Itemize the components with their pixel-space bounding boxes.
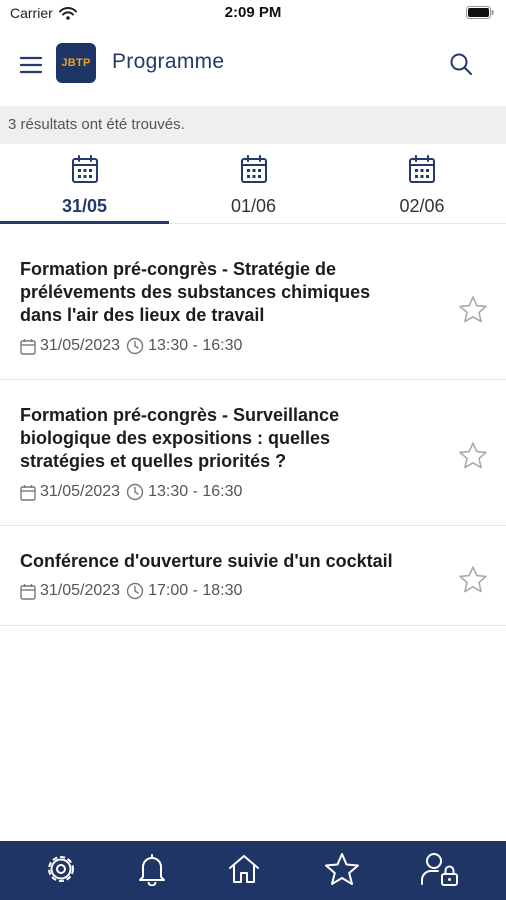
event-title-line: biologique des expositions : quelles: [20, 428, 331, 448]
app-header: JBTP Programme: [0, 40, 506, 90]
results-count: 3 résultats ont été trouvés.: [8, 116, 185, 133]
star-icon: [459, 565, 487, 592]
favorite-button[interactable]: [458, 564, 488, 594]
tab-31-05[interactable]: 31/05: [0, 148, 169, 224]
app-logo: JBTP: [56, 43, 96, 83]
event-title: Formation pré-congrès - Stratégie de pré…: [20, 258, 440, 327]
event-meta: 31/05/2023 13:30 - 16:30: [20, 483, 242, 501]
page-title: Programme: [112, 50, 225, 73]
status-bar: Carrier 2:09 PM: [0, 0, 506, 28]
calendar-small-icon: [20, 484, 36, 501]
hamburger-icon: [19, 56, 43, 74]
logo-text: JBTP: [61, 57, 91, 69]
tab-label: 02/06: [399, 196, 445, 216]
event-title-line: Formation pré-congrès - Surveillance: [20, 405, 340, 425]
event-title: Conférence d'ouverture suivie d'un cockt…: [20, 550, 460, 573]
event-item[interactable]: Conférence d'ouverture suivie d'un cockt…: [0, 526, 506, 626]
status-time: 2:09 PM: [224, 4, 282, 21]
nav-favorites[interactable]: [320, 849, 364, 889]
event-title-line: Formation pré-congrès - Stratégie de: [20, 259, 337, 279]
battery-icon: [466, 6, 494, 24]
clock-icon: [126, 582, 144, 600]
bell-icon: [139, 854, 165, 886]
search-button[interactable]: [446, 49, 476, 79]
gear-icon: [48, 856, 74, 882]
event-item[interactable]: Formation pré-congrès - Stratégie de pré…: [0, 224, 506, 380]
home-icon: [229, 855, 259, 883]
event-time: 13:30 - 16:30: [148, 337, 243, 354]
clock-icon: [126, 483, 144, 501]
event-title-line: stratégies et quelles priorités ?: [20, 451, 287, 471]
calendar-small-icon: [20, 338, 36, 355]
calendar-small-icon: [20, 583, 36, 600]
tab-02-06[interactable]: 02/06: [338, 148, 506, 223]
event-title-line: prélévements des substances chimiques: [20, 282, 371, 302]
user-lock-icon: [421, 853, 458, 886]
star-icon: [459, 295, 487, 322]
event-meta: 31/05/2023 13:30 - 16:30: [20, 337, 242, 355]
calendar-icon: [409, 155, 435, 183]
event-date: 31/05/2023: [40, 337, 121, 354]
tab-label: 01/06: [230, 196, 277, 216]
event-time: 13:30 - 16:30: [148, 483, 243, 500]
event-item[interactable]: Formation pré-congrès - Surveillance bio…: [0, 380, 506, 526]
star-icon: [325, 853, 359, 885]
nav-home[interactable]: [222, 849, 266, 889]
menu-button[interactable]: [16, 50, 46, 80]
star-icon: [459, 441, 487, 468]
tab-label: 31/05: [61, 196, 108, 216]
calendar-icon: [71, 155, 98, 183]
event-title-line: dans l'air des lieux de travail: [20, 305, 265, 325]
date-tabs: 31/05 01/06 02/06: [0, 148, 506, 224]
event-time: 17:00 - 18:30: [148, 582, 243, 599]
bottom-nav: [0, 841, 506, 900]
event-title-line: Conférence d'ouverture suivie d'un cockt…: [20, 551, 393, 571]
clock-icon: [126, 337, 144, 355]
results-bar: 3 résultats ont été trouvés.: [0, 106, 506, 144]
favorite-button[interactable]: [458, 294, 488, 324]
event-title: Formation pré-congrès - Surveillance bio…: [20, 404, 440, 473]
calendar-icon: [240, 155, 267, 183]
nav-account[interactable]: [418, 849, 462, 889]
search-icon: [450, 53, 472, 75]
event-meta: 31/05/2023 17:00 - 18:30: [20, 582, 242, 600]
tab-01-06[interactable]: 01/06: [169, 148, 338, 223]
event-date: 31/05/2023: [40, 582, 121, 599]
nav-settings[interactable]: [39, 849, 83, 889]
favorite-button[interactable]: [458, 440, 488, 470]
nav-notifications[interactable]: [130, 849, 174, 889]
event-date: 31/05/2023: [40, 483, 121, 500]
